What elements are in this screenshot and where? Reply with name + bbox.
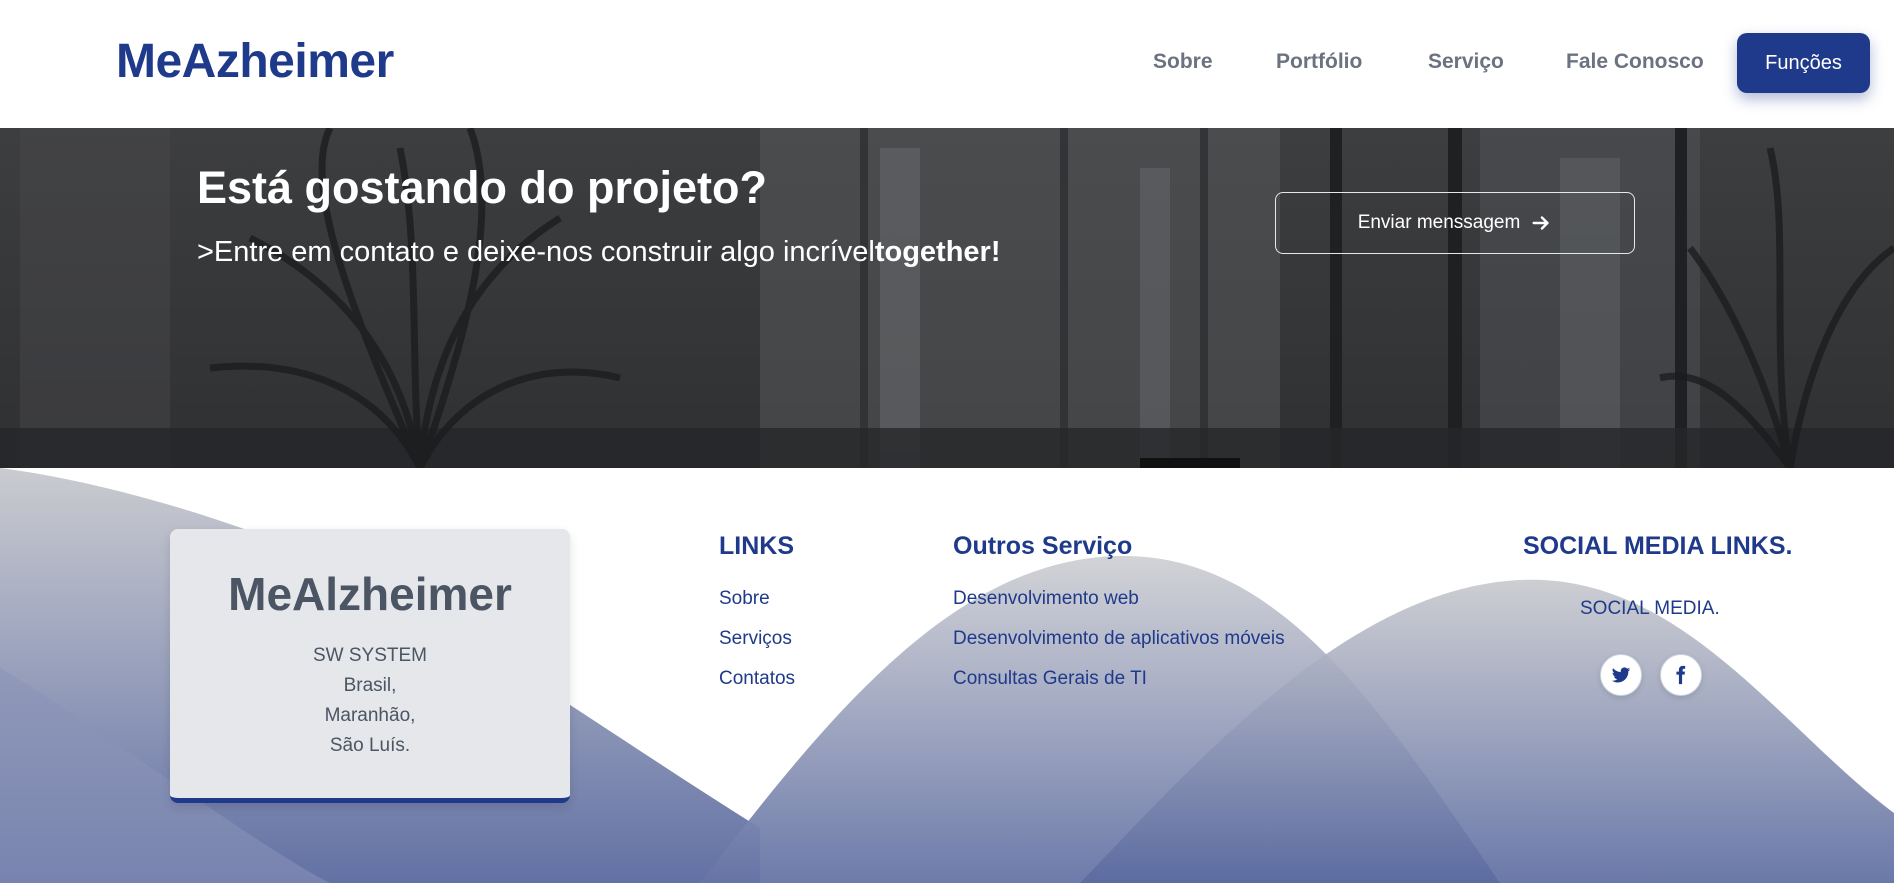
site-footer: MeAlzheimer SW SYSTEM Brasil, Maranhão, … [0, 468, 1894, 883]
company-line: Maranhão, [324, 705, 416, 726]
brand-logo[interactable]: MeAzheimer [116, 34, 394, 89]
hero-title: Está gostando do projeto? [197, 162, 767, 213]
service-link-it[interactable]: Consultas Gerais de TI [953, 668, 1147, 690]
company-line: São Luís. [329, 735, 411, 756]
links-heading: LINKS [719, 532, 794, 560]
nav-link-sobre[interactable]: Sobre [1153, 50, 1213, 74]
services-heading: Outros Serviço [953, 532, 1133, 560]
funcoes-button[interactable]: Funções [1737, 33, 1870, 93]
send-message-button[interactable]: Enviar menssagem [1275, 192, 1635, 254]
footer-link-servicos[interactable]: Serviços [719, 628, 792, 650]
facebook-button[interactable] [1660, 654, 1702, 696]
footer-link-contatos[interactable]: Contatos [719, 668, 795, 690]
company-line: Brasil, [343, 675, 397, 696]
twitter-icon [1611, 667, 1631, 683]
company-card: MeAlzheimer SW SYSTEM Brasil, Maranhão, … [170, 529, 570, 803]
facebook-icon [1676, 665, 1686, 685]
contact-banner: Está gostando do projeto? >Entre em cont… [0, 128, 1894, 468]
social-heading: SOCIAL MEDIA LINKS. [1523, 532, 1793, 560]
arrow-right-icon [1532, 216, 1549, 230]
service-link-web[interactable]: Desenvolvimento web [953, 588, 1139, 610]
hero-subtitle-bold: together! [874, 236, 1001, 268]
hero-subtitle: >Entre em contato e deixe-nos construir … [197, 236, 1001, 269]
hero-subtitle-text: >Entre em contato e deixe-nos construir … [197, 236, 875, 268]
send-message-label: Enviar menssagem [1357, 212, 1521, 233]
footer-link-sobre[interactable]: Sobre [719, 588, 770, 610]
nav-link-servico[interactable]: Serviço [1428, 50, 1504, 74]
company-line: SW SYSTEM [312, 645, 427, 666]
service-link-mobile[interactable]: Desenvolvimento de aplicativos móveis [953, 628, 1285, 650]
nav-link-fale-conosco[interactable]: Fale Conosco [1566, 50, 1704, 74]
nav-link-portfolio[interactable]: Portfólio [1276, 50, 1362, 74]
company-name: MeAlzheimer [228, 568, 512, 620]
site-header: MeAzheimer Sobre Portfólio Serviço Fale … [0, 0, 1894, 128]
social-subtitle: SOCIAL MEDIA. [1580, 598, 1720, 619]
twitter-button[interactable] [1600, 654, 1642, 696]
company-address: SW SYSTEM Brasil, Maranhão, São Luís. [170, 641, 570, 761]
